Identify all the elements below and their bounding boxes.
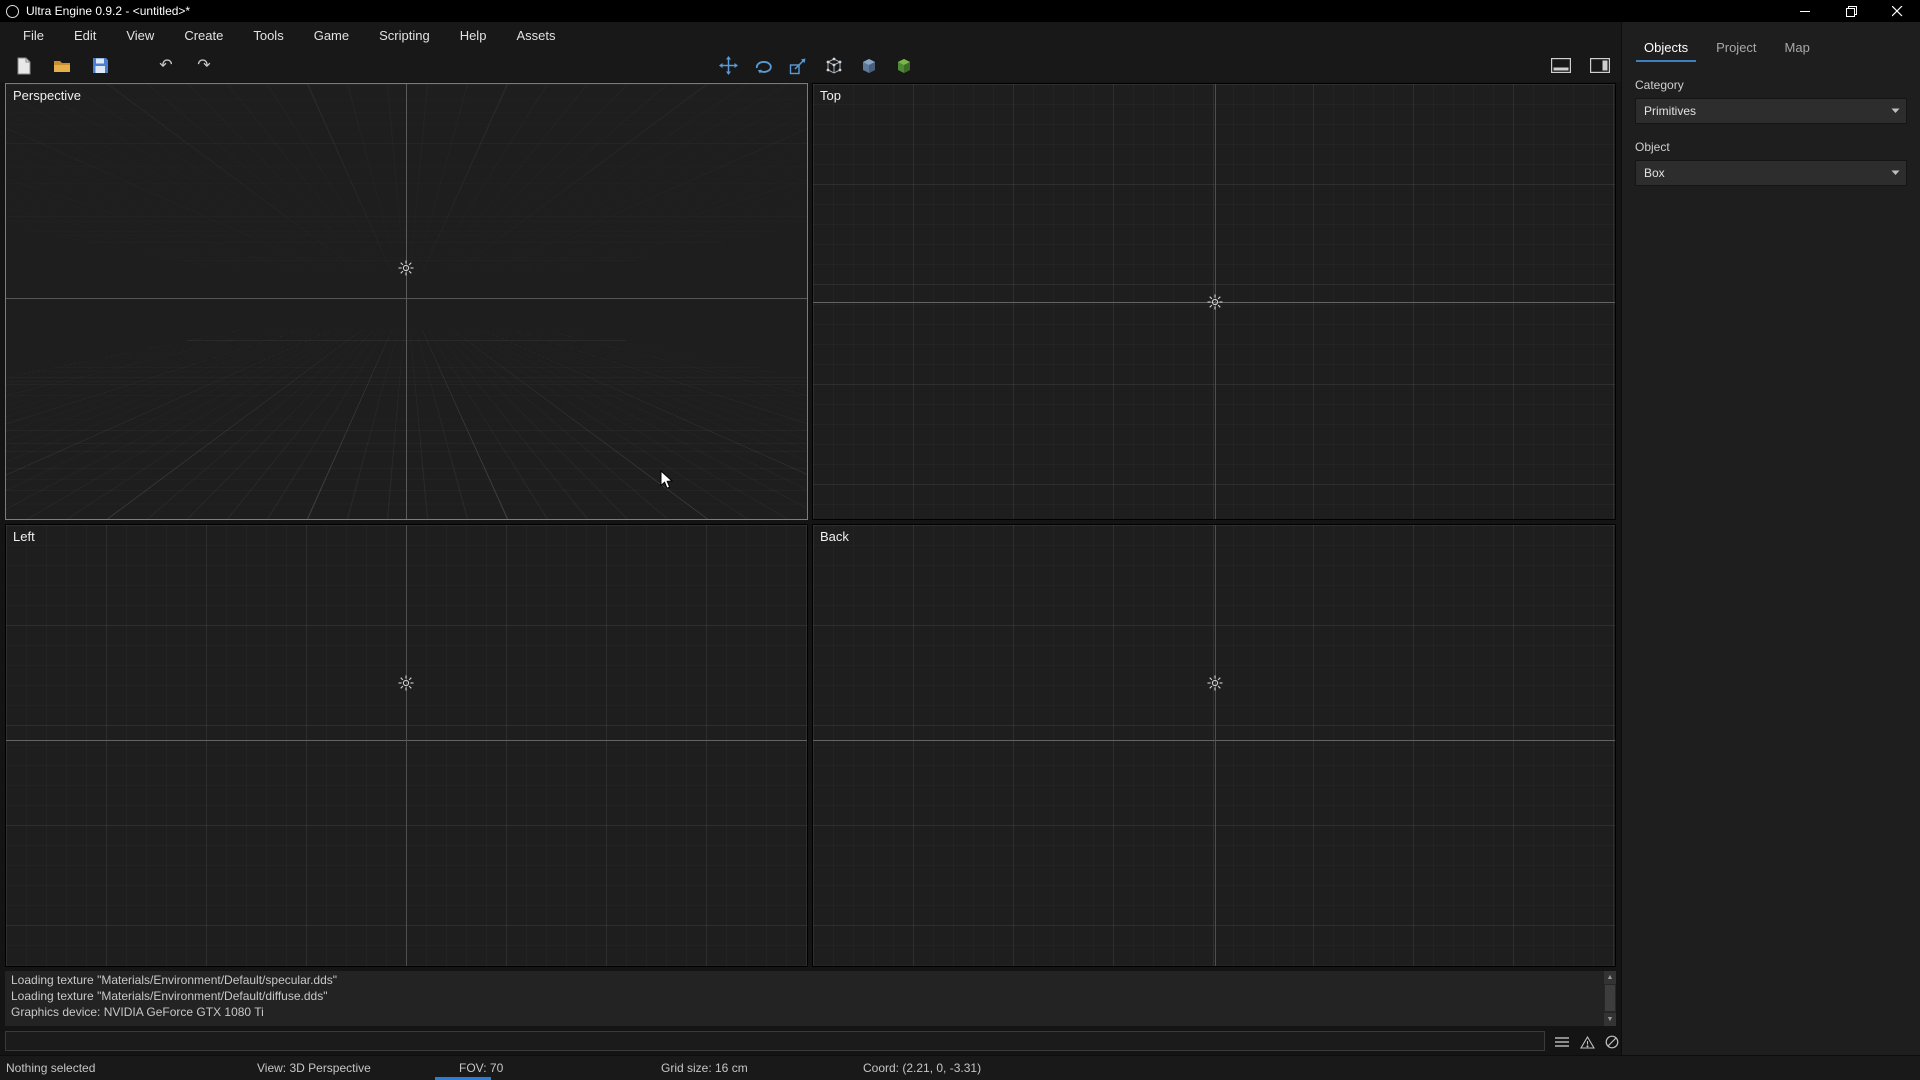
viewport-left[interactable]: Left <box>5 524 808 967</box>
new-file-icon <box>16 57 32 75</box>
layout-toggle-bottom-icon <box>1551 58 1571 73</box>
app-logo-icon <box>6 5 19 18</box>
chevron-down-icon <box>1884 161 1906 185</box>
menu-game[interactable]: Game <box>299 22 364 49</box>
translate-tool-button[interactable] <box>716 54 740 78</box>
title-bar: Ultra Engine 0.9.2 - <untitled>* <box>0 0 1920 22</box>
redo-icon: ↷ <box>197 58 210 74</box>
chevron-down-icon <box>1884 99 1906 123</box>
viewport-label-back: Back <box>820 529 849 544</box>
category-label: Category <box>1635 78 1920 92</box>
console-command-input[interactable] <box>5 1031 1545 1051</box>
menu-bar: File Edit View Create Tools Game Scripti… <box>0 22 1621 49</box>
terrain-tool-button[interactable] <box>891 54 915 78</box>
warning-icon <box>1580 1036 1595 1049</box>
category-value: Primitives <box>1636 104 1884 118</box>
layout-toggle-right-button[interactable] <box>1588 54 1612 78</box>
console-scrollbar[interactable]: ▲ ▼ <box>1604 971 1616 1026</box>
menu-scripting[interactable]: Scripting <box>364 22 445 49</box>
object-value: Box <box>1636 166 1884 180</box>
light-entity-icon[interactable] <box>1207 675 1223 691</box>
redo-button[interactable]: ↷ <box>192 54 216 78</box>
viewport-label-top: Top <box>820 88 841 103</box>
menu-tools[interactable]: Tools <box>238 22 298 49</box>
minimize-button[interactable] <box>1782 0 1828 22</box>
vertical-axis-line <box>406 525 407 966</box>
side-panel: Objects Project Map Category Primitives … <box>1621 22 1920 1055</box>
menu-edit[interactable]: Edit <box>59 22 111 49</box>
object-label: Object <box>1635 140 1920 154</box>
scroll-up-icon[interactable]: ▲ <box>1604 971 1616 984</box>
rotate-tool-icon <box>754 56 773 75</box>
mouse-cursor <box>660 470 674 490</box>
vertical-axis-line <box>1215 525 1216 966</box>
window-controls <box>1782 0 1920 22</box>
viewport-perspective[interactable]: Perspective <box>5 83 808 520</box>
console-line: Loading texture "Materials/Environment/D… <box>11 988 1598 1004</box>
viewport-top[interactable]: Top <box>812 83 1616 520</box>
tab-project[interactable]: Project <box>1706 36 1766 62</box>
command-bar <box>5 1031 1616 1053</box>
scale-tool-icon <box>789 57 807 75</box>
terrain-tool-icon <box>894 56 913 75</box>
light-entity-icon[interactable] <box>398 260 414 276</box>
errors-filter-button[interactable] <box>1603 1033 1621 1051</box>
list-icon <box>1555 1036 1569 1048</box>
tab-objects[interactable]: Objects <box>1634 36 1698 62</box>
save-icon <box>92 57 109 74</box>
panel-tabs: Objects Project Map <box>1622 22 1920 62</box>
menu-assets[interactable]: Assets <box>501 22 570 49</box>
status-bar: Nothing selected View: 3D Perspective FO… <box>0 1055 1920 1080</box>
new-file-button[interactable] <box>12 54 36 78</box>
scale-tool-button[interactable] <box>786 54 810 78</box>
undo-button[interactable]: ↶ <box>154 54 178 78</box>
status-selection: Nothing selected <box>6 1061 95 1075</box>
scrollbar-thumb[interactable] <box>1605 985 1615 1011</box>
vertical-axis-line <box>406 84 407 519</box>
layout-toggle-right-icon <box>1590 58 1610 73</box>
console-line: Loading texture "Materials/Environment/D… <box>11 972 1598 988</box>
console-line: Graphics device: NVIDIA GeForce GTX 1080… <box>11 1004 1598 1020</box>
object-dropdown[interactable]: Box <box>1635 160 1907 186</box>
menu-file[interactable]: File <box>8 22 59 49</box>
scroll-down-icon[interactable]: ▼ <box>1604 1013 1616 1026</box>
menu-view[interactable]: View <box>111 22 169 49</box>
error-icon <box>1605 1035 1619 1049</box>
light-entity-icon[interactable] <box>1207 294 1223 310</box>
vertex-tool-icon <box>824 56 843 75</box>
viewport-label-left: Left <box>13 529 35 544</box>
ground-axis-line <box>813 740 1615 741</box>
tab-map[interactable]: Map <box>1775 36 1820 62</box>
log-filter-button[interactable] <box>1553 1033 1571 1051</box>
rotate-tool-button[interactable] <box>751 54 775 78</box>
console-log[interactable]: Loading texture "Materials/Environment/D… <box>5 971 1604 1026</box>
undo-icon: ↶ <box>159 58 172 74</box>
layout-toggle-bottom-button[interactable] <box>1549 54 1573 78</box>
translate-tool-icon <box>719 56 738 75</box>
menu-create[interactable]: Create <box>169 22 238 49</box>
warnings-filter-button[interactable] <box>1578 1033 1596 1051</box>
status-coord: Coord: (2.21, 0, -3.31) <box>863 1061 981 1075</box>
status-grid-size: Grid size: 16 cm <box>661 1061 748 1075</box>
open-file-button[interactable] <box>50 54 74 78</box>
object-tool-button[interactable] <box>856 54 880 78</box>
light-entity-icon[interactable] <box>398 675 414 691</box>
save-button[interactable] <box>88 54 112 78</box>
close-button[interactable] <box>1874 0 1920 22</box>
toolbar: ↶ ↷ <box>0 49 1621 82</box>
restore-button[interactable] <box>1828 0 1874 22</box>
open-folder-icon <box>53 58 72 74</box>
status-fov: FOV: 70 <box>459 1061 503 1075</box>
viewport-label-perspective: Perspective <box>13 88 81 103</box>
object-tool-icon <box>859 56 878 75</box>
window-title: Ultra Engine 0.9.2 - <untitled>* <box>26 4 190 18</box>
menu-help[interactable]: Help <box>445 22 502 49</box>
status-view: View: 3D Perspective <box>257 1061 371 1075</box>
vertex-tool-button[interactable] <box>821 54 845 78</box>
viewport-back[interactable]: Back <box>812 524 1616 967</box>
category-dropdown[interactable]: Primitives <box>1635 98 1907 124</box>
